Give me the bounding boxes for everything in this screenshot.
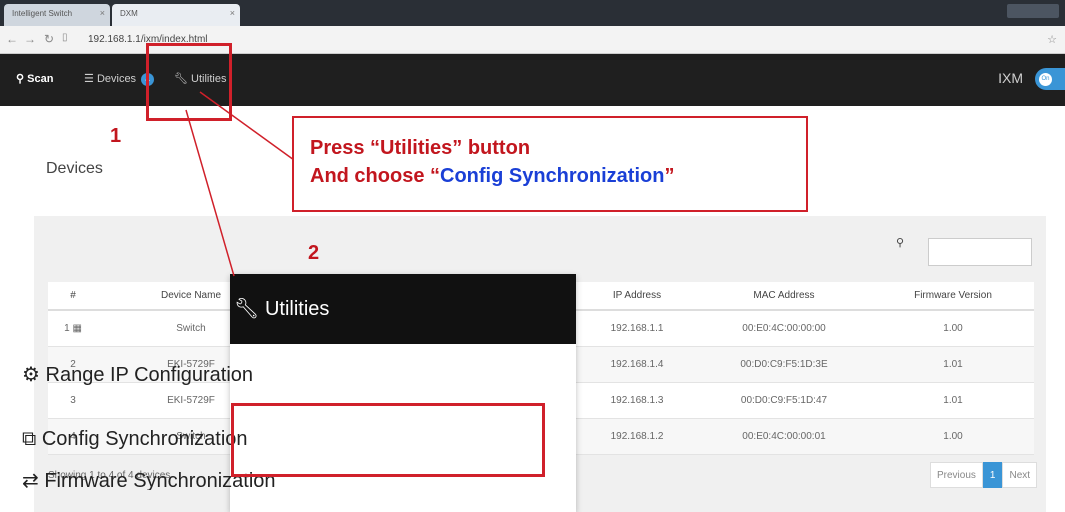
browser-tab-label: Intelligent Switch: [12, 9, 73, 18]
arrows-icon: ⇄: [22, 470, 39, 490]
scan-button[interactable]: ⚲ Scan: [16, 72, 53, 85]
cell-ip: 192.168.1.1: [578, 310, 696, 347]
highlight-box-config-sync: [231, 403, 545, 477]
instruction-callout: Press “Utilities” button And choose “Con…: [292, 116, 808, 212]
back-icon[interactable]: ←: [6, 32, 18, 46]
page-title: Devices: [46, 160, 103, 177]
cell-ip: 192.168.1.2: [578, 418, 696, 455]
callout-line-1: Press “Utilities” button: [310, 137, 531, 159]
utilities-header-label: Utilities: [264, 298, 330, 320]
browser-tab-bar: Intelligent Switch × DXM ×: [0, 0, 1065, 26]
next-page-button[interactable]: Next: [1002, 462, 1038, 488]
page-icon: ▯: [62, 32, 68, 43]
menu-item-label: Config Synchronization: [41, 428, 248, 450]
callout-highlight: Config Synchronization: [440, 165, 665, 187]
cell-mac: 00:D0:C9:F5:1D:3E: [696, 346, 872, 383]
browser-tab-intelligent-switch[interactable]: Intelligent Switch ×: [4, 4, 110, 26]
toggle-label: On: [1039, 73, 1052, 86]
header-ip-address[interactable]: IP Address: [578, 282, 696, 311]
cell-mac: 00:D0:C9:F5:1D:47: [696, 382, 872, 419]
page-1-button[interactable]: 1: [982, 462, 1003, 488]
previous-page-button[interactable]: Previous: [930, 462, 983, 488]
reload-icon[interactable]: ↻: [44, 32, 54, 46]
header-firmware-version[interactable]: Firmware Version: [872, 282, 1034, 311]
wrench-icon: 🔧︎: [234, 298, 260, 320]
header-mac-address[interactable]: MAC Address: [696, 282, 872, 311]
gear-icon: ⚙: [22, 364, 40, 386]
search-input[interactable]: [928, 238, 1032, 266]
highlight-box-utilities: [146, 43, 232, 121]
cell-mac: 00:E0:4C:00:00:01: [696, 418, 872, 455]
cell-fw: 1.00: [872, 418, 1034, 455]
scan-label: Scan: [27, 73, 54, 85]
pagination: Previous 1 Next: [930, 462, 1038, 488]
close-icon[interactable]: ×: [230, 8, 235, 18]
copy-icon: ⧉: [22, 428, 37, 450]
cell-num: 1 ▦: [48, 310, 98, 347]
cell-fw: 1.01: [872, 346, 1034, 383]
cell-ip: 192.168.1.3: [578, 382, 696, 419]
close-icon[interactable]: ×: [100, 8, 105, 18]
devices-button[interactable]: ☰ Devices 4: [84, 72, 155, 86]
search-icon: ⚲: [16, 73, 25, 85]
devices-label: Devices: [96, 73, 137, 85]
cell-mac: 00:E0:4C:00:00:00: [696, 310, 872, 347]
menu-item-label: Range IP Configuration: [45, 364, 254, 386]
step-number-2: 2: [308, 242, 320, 264]
on-toggle[interactable]: On: [1035, 68, 1065, 90]
browser-tab-label: DXM: [120, 9, 138, 18]
header-num[interactable]: #: [48, 282, 98, 311]
utilities-dropdown-header[interactable]: 🔧︎ Utilities: [230, 274, 576, 344]
list-icon: ☰: [84, 73, 94, 85]
cell-ip: 192.168.1.4: [578, 346, 696, 383]
cell-num: 3: [48, 382, 98, 419]
menu-item-config-synchronization[interactable]: ⧉ Config Synchronization: [22, 428, 248, 451]
step-number-1: 1: [110, 125, 122, 147]
brand-label: IXM: [998, 70, 1023, 86]
cell-fw: 1.01: [872, 382, 1034, 419]
callout-line-2: And choose “Config Synchronization”: [310, 165, 675, 187]
bookmark-star-icon[interactable]: ☆: [1047, 33, 1057, 46]
menu-item-range-ip-configuration[interactable]: ⚙ Range IP Configuration: [22, 362, 253, 387]
cell-fw: 1.00: [872, 310, 1034, 347]
forward-icon[interactable]: →: [24, 32, 36, 46]
browser-tab-dxm[interactable]: DXM ×: [112, 4, 240, 26]
grid-icon: ▦: [72, 322, 82, 334]
search-icon: ⚲: [896, 237, 905, 249]
window-controls[interactable]: [1007, 4, 1059, 18]
